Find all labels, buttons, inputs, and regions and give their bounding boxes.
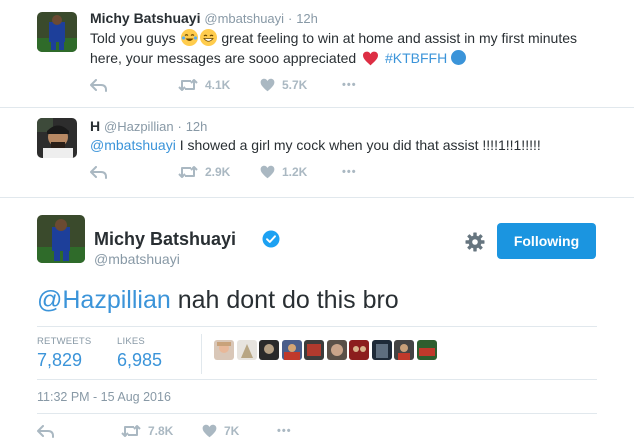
separator-dot: · bbox=[177, 119, 182, 134]
retweet-button[interactable]: 7.8K bbox=[121, 424, 202, 438]
following-button[interactable]: Following bbox=[497, 223, 596, 259]
avatar[interactable] bbox=[37, 215, 85, 263]
more-icon: ••• bbox=[342, 79, 357, 91]
tweet-actions: 7.8K 7K ••• bbox=[37, 424, 292, 438]
mention-link[interactable]: @Hazpillian bbox=[37, 286, 171, 314]
liker-avatar[interactable] bbox=[259, 340, 279, 360]
like-count: 7K bbox=[224, 424, 240, 438]
gear-icon[interactable] bbox=[465, 232, 485, 257]
tweet-actions: 4.1K 5.7K ••• bbox=[90, 78, 357, 92]
hashtag-link[interactable]: #KTBFFH bbox=[385, 50, 447, 66]
liker-avatar[interactable] bbox=[281, 340, 302, 360]
heart-icon bbox=[202, 424, 217, 438]
face-with-tears-of-joy-icon bbox=[180, 29, 198, 46]
likes-label: LIKES bbox=[117, 336, 145, 347]
retweets-count[interactable]: 7,829 bbox=[37, 350, 82, 371]
more-button[interactable]: ••• bbox=[342, 166, 357, 178]
retweet-icon bbox=[178, 166, 198, 178]
avatar[interactable] bbox=[37, 12, 77, 52]
liker-avatar[interactable] bbox=[326, 340, 347, 360]
likes-count[interactable]: 6,985 bbox=[117, 350, 162, 371]
tweet-text-part: great feeling to win at home and assist … bbox=[221, 30, 577, 46]
author-name[interactable]: H bbox=[90, 118, 100, 134]
reply-button[interactable] bbox=[90, 78, 178, 92]
retweet-icon bbox=[178, 79, 198, 91]
liker-avatar[interactable] bbox=[214, 340, 234, 360]
like-button[interactable]: 5.7K bbox=[260, 78, 342, 92]
tweet-text: @Hazpillian nah dont do this bro bbox=[37, 286, 399, 315]
retweet-icon bbox=[121, 425, 141, 437]
divider bbox=[37, 326, 597, 327]
red-heart-icon bbox=[362, 51, 379, 71]
liker-avatar[interactable] bbox=[304, 340, 324, 360]
tweet-header: Michy Batshuayi @mbatshuayi · 12h bbox=[90, 10, 318, 26]
heart-icon bbox=[260, 78, 275, 92]
liker-avatar[interactable] bbox=[349, 340, 369, 360]
tweet-text: @mbatshuayi I showed a girl my cock when… bbox=[90, 135, 610, 155]
author-handle[interactable]: @mbatshuayi bbox=[204, 11, 284, 26]
grinning-face-icon bbox=[199, 29, 217, 46]
retweet-button[interactable]: 4.1K bbox=[178, 78, 260, 92]
tweet-text-part: here, your messages are sooo appreciated bbox=[90, 50, 357, 66]
reply-button[interactable] bbox=[37, 424, 121, 438]
blue-circle-icon bbox=[451, 50, 467, 65]
author-name[interactable]: Michy Batshuayi bbox=[90, 10, 200, 26]
tweet-actions: 2.9K 1.2K ••• bbox=[90, 165, 357, 179]
divider bbox=[0, 107, 634, 108]
liker-avatar[interactable] bbox=[236, 340, 257, 360]
liker-avatar[interactable] bbox=[394, 340, 414, 360]
retweet-count: 4.1K bbox=[205, 78, 231, 92]
tweet-time[interactable]: 12h bbox=[186, 119, 208, 134]
liker-avatar[interactable] bbox=[416, 340, 437, 360]
retweet-count: 7.8K bbox=[148, 424, 174, 438]
author-handle[interactable]: @Hazpillian bbox=[104, 119, 174, 134]
like-count: 1.2K bbox=[282, 165, 308, 179]
verified-badge-icon bbox=[262, 230, 280, 253]
divider bbox=[201, 334, 202, 374]
divider bbox=[37, 379, 597, 380]
like-count: 5.7K bbox=[282, 78, 308, 92]
like-button[interactable]: 7K bbox=[202, 424, 277, 438]
liker-avatars bbox=[214, 340, 439, 360]
separator-dot: · bbox=[287, 11, 293, 26]
liker-avatar[interactable] bbox=[371, 340, 392, 360]
avatar[interactable] bbox=[37, 118, 77, 158]
more-button[interactable]: ••• bbox=[277, 425, 292, 437]
divider bbox=[37, 413, 597, 414]
more-icon: ••• bbox=[342, 166, 357, 178]
tweet-time[interactable]: 12h bbox=[296, 11, 318, 26]
tweet-text-part: I showed a girl my cock when you did tha… bbox=[179, 137, 541, 153]
tweet-header: H @Hazpillian · 12h bbox=[90, 118, 207, 134]
reply-icon bbox=[37, 424, 54, 438]
reply-icon bbox=[90, 165, 107, 179]
mention-link[interactable]: @mbatshuayi bbox=[90, 137, 176, 153]
tweet-text-part: Told you guys bbox=[90, 30, 176, 46]
author-handle[interactable]: @mbatshuayi bbox=[94, 251, 180, 267]
retweet-count: 2.9K bbox=[205, 165, 231, 179]
reply-button[interactable] bbox=[90, 165, 178, 179]
like-button[interactable]: 1.2K bbox=[260, 165, 342, 179]
author-name[interactable]: Michy Batshuayi bbox=[94, 229, 236, 250]
more-icon: ••• bbox=[277, 425, 292, 437]
tweet-timestamp[interactable]: 11:32 PM - 15 Aug 2016 bbox=[37, 390, 171, 404]
heart-icon bbox=[260, 165, 275, 179]
tweet-text: Told you guys great feeling to win at ho… bbox=[90, 28, 610, 71]
retweets-label: RETWEETS bbox=[37, 336, 92, 347]
retweet-button[interactable]: 2.9K bbox=[178, 165, 260, 179]
more-button[interactable]: ••• bbox=[342, 79, 357, 91]
reply-icon bbox=[90, 78, 107, 92]
tweet-text-part: nah dont do this bro bbox=[177, 286, 399, 314]
divider bbox=[0, 197, 634, 198]
